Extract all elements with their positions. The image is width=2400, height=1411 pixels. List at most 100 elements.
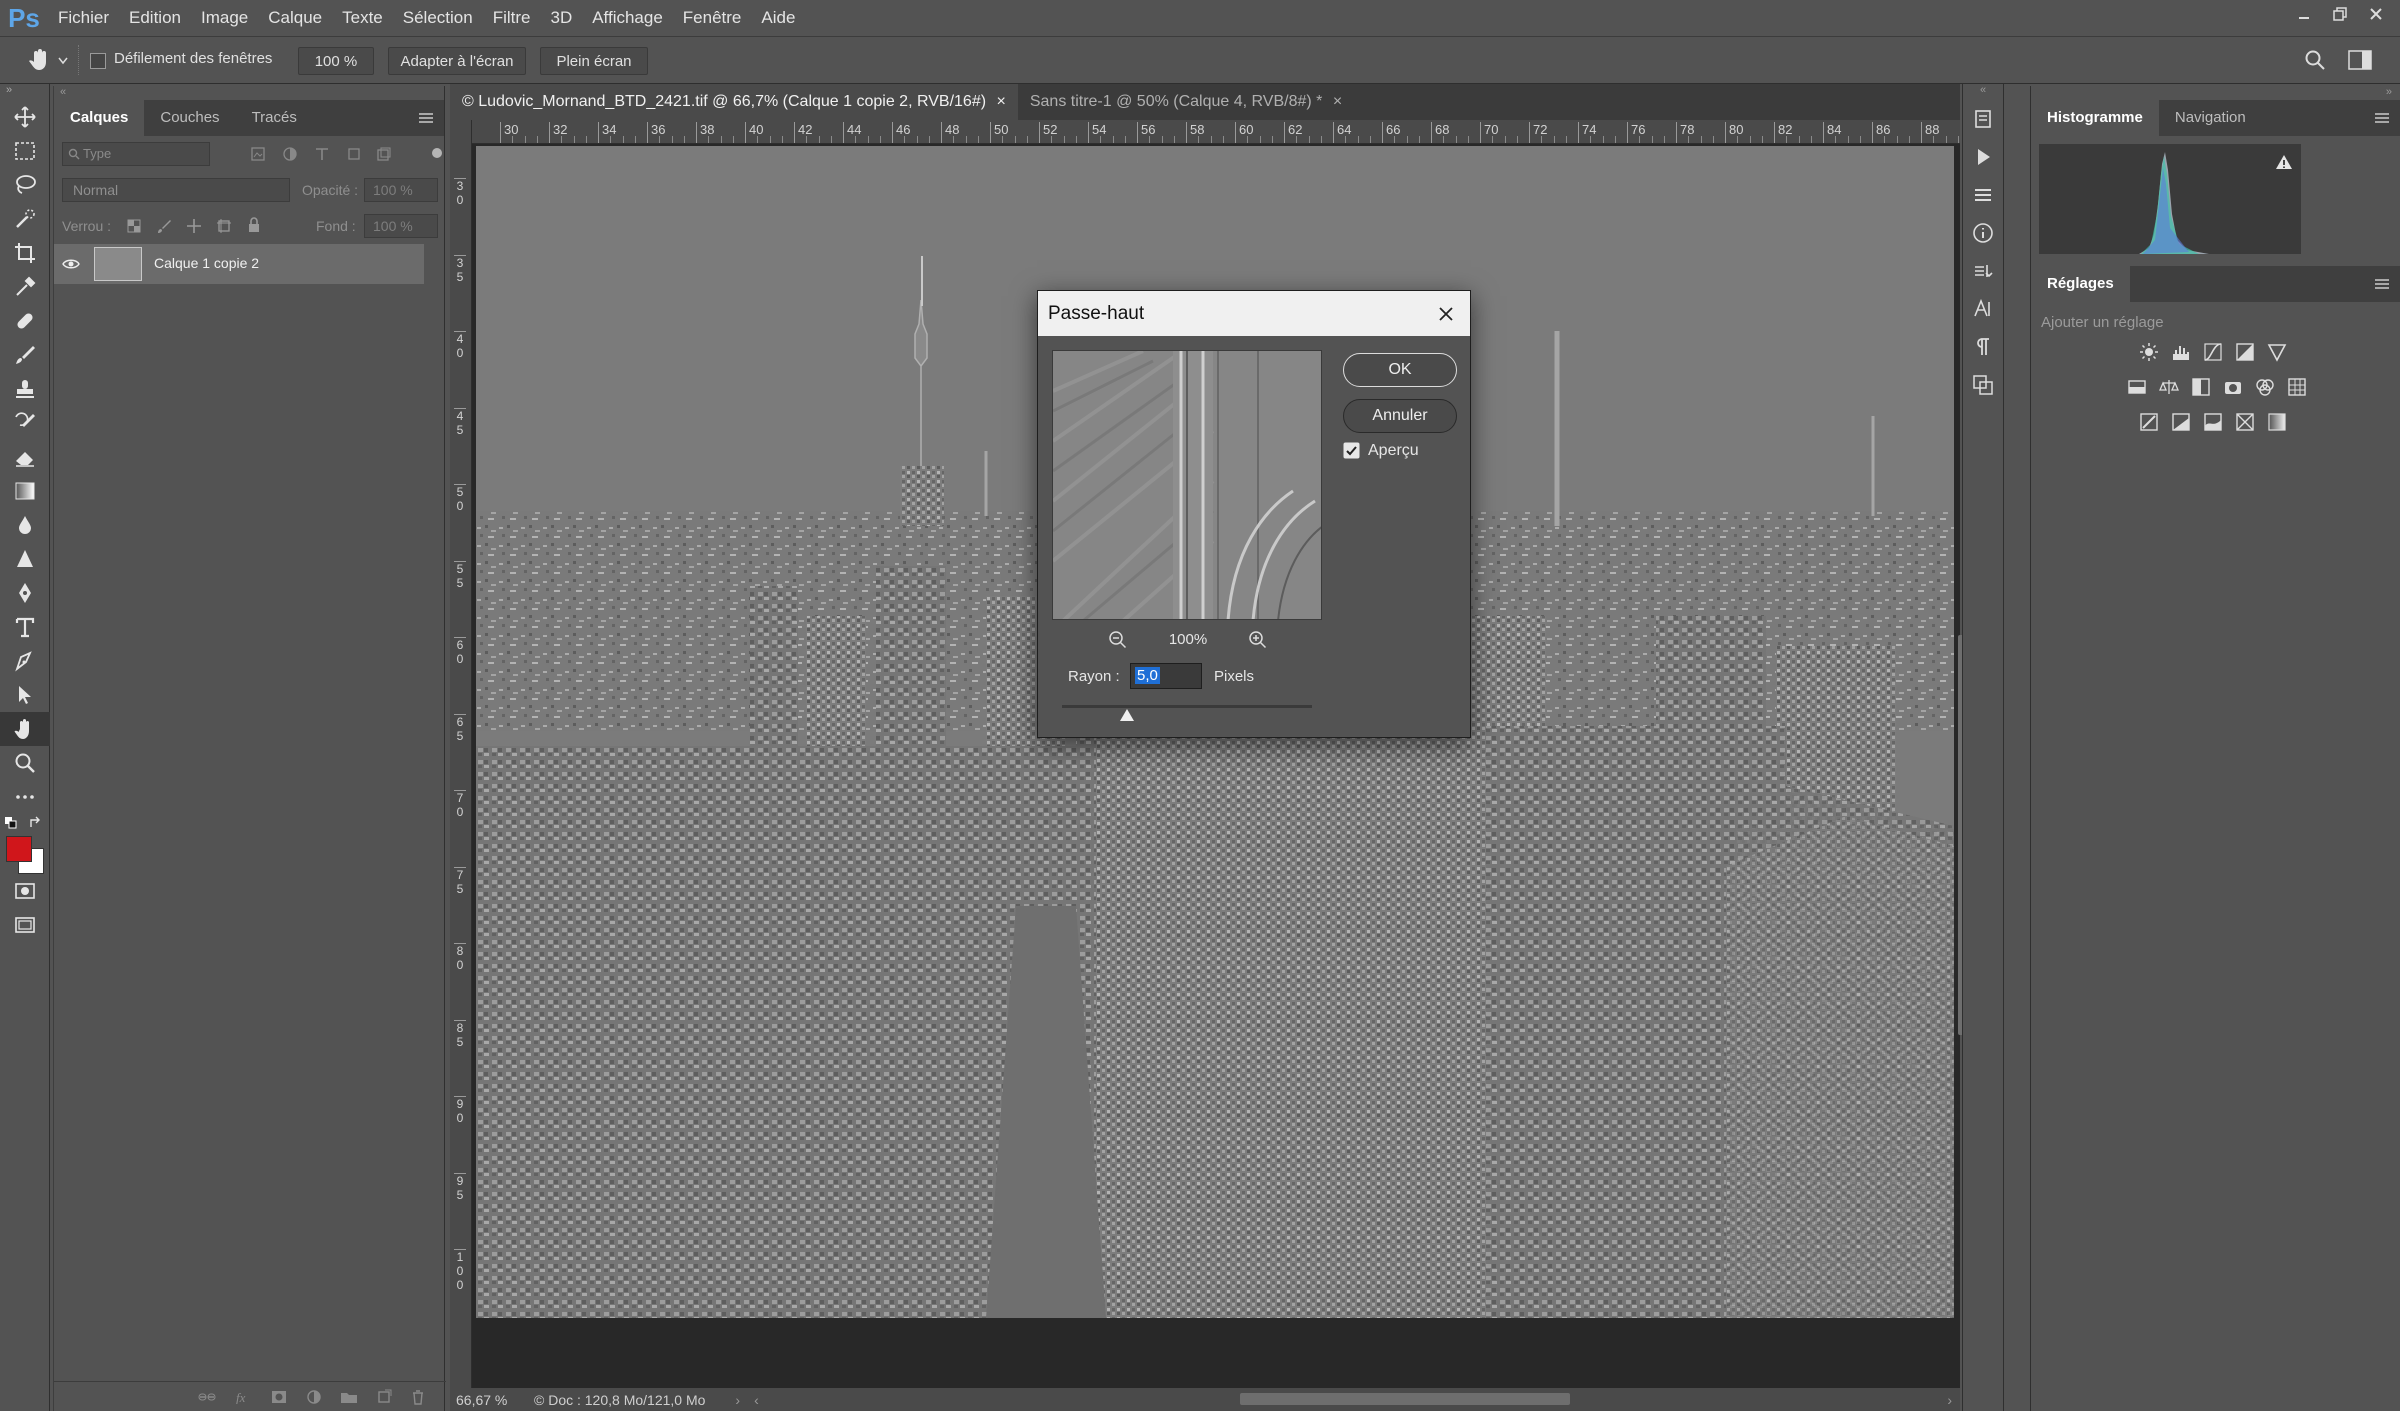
filter-type-icon[interactable] xyxy=(314,146,330,162)
menu-3d[interactable]: 3D xyxy=(540,0,582,36)
threshold-icon[interactable] xyxy=(2203,412,2223,432)
minimize-icon[interactable] xyxy=(2296,6,2312,22)
radius-slider-track[interactable] xyxy=(1062,705,1312,708)
horizontal-scrollbar[interactable] xyxy=(1240,1393,1570,1405)
invert-icon[interactable] xyxy=(2139,412,2159,432)
fill-field[interactable]: 100 % xyxy=(364,214,438,238)
zoom-field[interactable]: 100 % xyxy=(298,47,374,75)
blend-mode-select[interactable]: Normal xyxy=(62,178,290,202)
posterize-icon[interactable] xyxy=(2171,412,2191,432)
hand-tool-icon[interactable] xyxy=(26,47,52,73)
mask-icon[interactable] xyxy=(270,1390,288,1404)
levels-icon[interactable] xyxy=(2171,342,2191,362)
document-tab-inactive[interactable]: Sans titre-1 @ 50% (Calque 4, RVB/8#) * … xyxy=(1018,84,1354,120)
path-selection-tool[interactable] xyxy=(0,644,50,678)
healing-brush-tool[interactable] xyxy=(0,304,50,338)
link-icon[interactable] xyxy=(198,1390,216,1404)
selective-color-icon[interactable] xyxy=(2235,412,2255,432)
adjustment-layer-icon[interactable] xyxy=(306,1389,322,1405)
menu-selection[interactable]: Sélection xyxy=(393,0,483,36)
panel-collapse-icon[interactable]: « xyxy=(54,86,444,100)
layer-comps-icon[interactable] xyxy=(1972,260,1994,282)
scroll-all-checkbox[interactable] xyxy=(90,53,106,69)
opacity-field[interactable]: 100 % xyxy=(364,178,438,202)
default-colors-icon[interactable] xyxy=(4,816,18,830)
eye-icon[interactable] xyxy=(62,258,80,270)
panel-menu-icon[interactable] xyxy=(2374,278,2390,290)
properties-icon[interactable] xyxy=(1972,184,1994,206)
color-balance-icon[interactable] xyxy=(2159,377,2179,397)
tab-histogramme[interactable]: Histogramme xyxy=(2031,100,2159,136)
filter-toggle[interactable] xyxy=(432,148,442,158)
lock-position-icon[interactable] xyxy=(186,218,202,234)
layer-filter-select[interactable]: Type xyxy=(62,142,210,166)
restore-icon[interactable] xyxy=(2332,6,2348,22)
document-tab-active[interactable]: © Ludovic_Mornand_BTD_2421.tif @ 66,7% (… xyxy=(450,84,1018,120)
fx-icon[interactable]: fx xyxy=(234,1390,252,1404)
crop-tool[interactable] xyxy=(0,236,50,270)
photo-filter-icon[interactable] xyxy=(2223,377,2243,397)
stamp-tool[interactable] xyxy=(0,372,50,406)
quick-selection-tool[interactable] xyxy=(0,202,50,236)
brush-tool[interactable] xyxy=(0,338,50,372)
direct-selection-tool[interactable] xyxy=(0,678,50,712)
strip-collapse-icon[interactable]: « xyxy=(1963,84,2003,100)
close-tab-icon[interactable]: × xyxy=(1333,93,1342,110)
clone-source-icon[interactable] xyxy=(1972,374,1994,396)
blur-tool[interactable] xyxy=(0,508,50,542)
menu-calque[interactable]: Calque xyxy=(258,0,332,36)
folder-icon[interactable] xyxy=(340,1390,358,1404)
trash-icon[interactable] xyxy=(410,1389,426,1405)
filter-smart-object-icon[interactable] xyxy=(376,146,392,162)
scroll-left-icon[interactable]: ‹ xyxy=(754,1392,759,1408)
color-lookup-icon[interactable] xyxy=(2287,377,2307,397)
preview-checkbox[interactable] xyxy=(1343,442,1360,459)
vibrance-icon[interactable] xyxy=(2267,342,2287,362)
fit-screen-button[interactable]: Adapter à l'écran xyxy=(388,47,526,75)
black-white-icon[interactable] xyxy=(2191,377,2211,397)
status-arrow-icon[interactable]: › xyxy=(735,1392,740,1408)
zoom-tool[interactable] xyxy=(0,746,50,780)
history-brush-tool[interactable] xyxy=(0,406,50,440)
toolbar-collapse-icon[interactable]: » xyxy=(0,84,49,100)
new-layer-icon[interactable] xyxy=(376,1389,392,1405)
layer-row[interactable]: Calque 1 copie 2 xyxy=(54,244,424,284)
menu-fenetre[interactable]: Fenêtre xyxy=(673,0,752,36)
hand-tool[interactable] xyxy=(0,712,50,746)
menu-image[interactable]: Image xyxy=(191,0,258,36)
menu-aide[interactable]: Aide xyxy=(751,0,805,36)
pen-tool[interactable] xyxy=(0,576,50,610)
screen-mode-button[interactable] xyxy=(0,908,50,942)
scroll-right-icon[interactable]: › xyxy=(1947,1392,1952,1408)
chevron-down-icon[interactable] xyxy=(58,57,68,65)
info-icon[interactable] xyxy=(1972,222,1994,244)
lasso-tool[interactable] xyxy=(0,168,50,202)
curves-icon[interactable] xyxy=(2203,342,2223,362)
radius-input[interactable]: 5,0 xyxy=(1130,663,1202,689)
menu-filtre[interactable]: Filtre xyxy=(483,0,541,36)
brightness-icon[interactable] xyxy=(2139,342,2159,362)
cancel-button[interactable]: Annuler xyxy=(1343,399,1457,433)
ok-button[interactable]: OK xyxy=(1343,353,1457,387)
channel-mixer-icon[interactable] xyxy=(2255,377,2275,397)
more-tools[interactable] xyxy=(0,780,50,814)
workspace-icon[interactable] xyxy=(2348,50,2372,70)
quick-mask-button[interactable] xyxy=(0,874,50,908)
preview-image[interactable] xyxy=(1052,350,1322,620)
play-icon[interactable] xyxy=(1972,146,1994,168)
filter-adjustment-icon[interactable] xyxy=(282,146,298,162)
lock-pixels-icon[interactable] xyxy=(156,218,172,234)
warning-icon[interactable] xyxy=(2275,154,2293,170)
swap-colors-icon[interactable] xyxy=(28,816,42,830)
lock-all-icon[interactable] xyxy=(246,217,262,233)
radius-slider-handle[interactable] xyxy=(1120,709,1134,721)
search-icon[interactable] xyxy=(2304,49,2326,71)
hue-saturation-icon[interactable] xyxy=(2127,377,2147,397)
exposure-icon[interactable] xyxy=(2235,342,2255,362)
menu-edition[interactable]: Edition xyxy=(119,0,191,36)
paragraph-icon[interactable] xyxy=(1972,336,1994,358)
panel-menu-icon[interactable] xyxy=(418,112,434,124)
tab-reglages[interactable]: Réglages xyxy=(2031,266,2130,302)
menu-affichage[interactable]: Affichage xyxy=(582,0,673,36)
eyedropper-tool[interactable] xyxy=(0,270,50,304)
